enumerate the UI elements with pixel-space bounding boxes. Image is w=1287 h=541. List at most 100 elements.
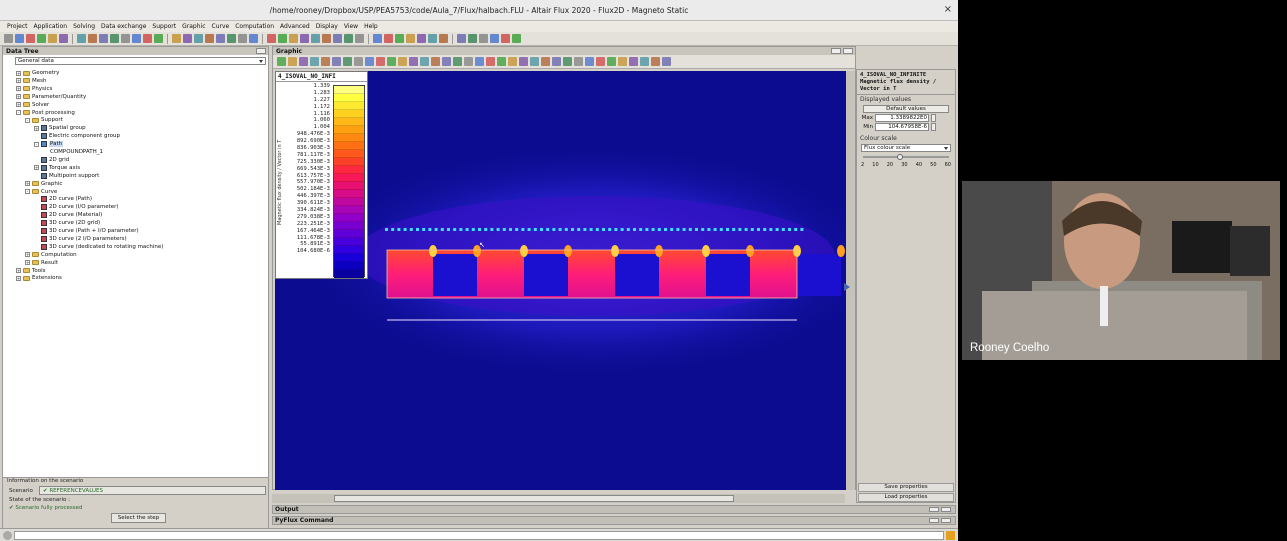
- toolbar-tool-icon[interactable]: [37, 34, 46, 43]
- tree-node[interactable]: + Solver: [16, 101, 49, 109]
- toolbar-tool-icon[interactable]: [227, 34, 236, 43]
- output-maximize-button[interactable]: [941, 507, 951, 512]
- expand-icon[interactable]: +: [16, 275, 21, 281]
- toolbar-tool-icon[interactable]: [48, 34, 57, 43]
- toolbar-tool-icon[interactable]: [384, 34, 393, 43]
- graphic-tool-icon[interactable]: [541, 57, 550, 66]
- toolbar-tool-icon[interactable]: [26, 34, 35, 43]
- pyflux-restore-button[interactable]: [929, 518, 939, 523]
- graphic-tool-icon[interactable]: [310, 57, 319, 66]
- graphic-tool-icon[interactable]: [398, 57, 407, 66]
- graphic-minimize-button[interactable]: [831, 48, 841, 54]
- default-values-button[interactable]: Default values: [863, 105, 949, 113]
- data-tree-selector[interactable]: General data: [15, 57, 266, 65]
- output-panel-header[interactable]: Output: [272, 505, 956, 514]
- graphic-tool-icon[interactable]: [629, 57, 638, 66]
- expand-icon[interactable]: +: [16, 78, 21, 84]
- graphic-tool-icon[interactable]: [453, 57, 462, 66]
- menu-advanced[interactable]: Advanced: [277, 21, 313, 32]
- save-properties-button[interactable]: Save properties: [858, 483, 954, 492]
- graphic-tool-icon[interactable]: [662, 57, 671, 66]
- command-input[interactable]: [14, 531, 944, 540]
- graphic-tool-icon[interactable]: [530, 57, 539, 66]
- toolbar-tool-icon[interactable]: [249, 34, 258, 43]
- tree-node[interactable]: 3D curve (dedicated to rotating machine): [34, 243, 163, 251]
- tree-node[interactable]: 2D curve (Path): [34, 195, 92, 203]
- tree-node[interactable]: + Tools: [16, 267, 46, 275]
- graphic-tool-icon[interactable]: [442, 57, 451, 66]
- graphic-tool-icon[interactable]: [574, 57, 583, 66]
- expand-arrow-icon[interactable]: [844, 283, 854, 291]
- menu-curve[interactable]: Curve: [209, 21, 233, 32]
- toolbar-tool-icon[interactable]: [512, 34, 521, 43]
- menu-application[interactable]: Application: [31, 21, 71, 32]
- tree-node[interactable]: + Result: [25, 259, 58, 267]
- tree-node[interactable]: + Physics: [16, 85, 52, 93]
- toolbar-tool-icon[interactable]: [77, 34, 86, 43]
- expand-icon[interactable]: +: [25, 260, 30, 266]
- expand-icon[interactable]: +: [34, 125, 39, 131]
- tree-node[interactable]: + Computation: [25, 251, 77, 259]
- tree-node[interactable]: - Curve: [25, 188, 57, 196]
- load-properties-button[interactable]: Load properties: [858, 493, 954, 502]
- graphic-tool-icon[interactable]: [585, 57, 594, 66]
- graphic-tool-icon[interactable]: [464, 57, 473, 66]
- toolbar-tool-icon[interactable]: [154, 34, 163, 43]
- graphic-tool-icon[interactable]: [563, 57, 572, 66]
- graphic-tool-icon[interactable]: [343, 57, 352, 66]
- toolbar-tool-icon[interactable]: [267, 34, 276, 43]
- toolbar-tool-icon[interactable]: [4, 34, 13, 43]
- colour-scale-select[interactable]: Flux colour scale: [861, 144, 951, 152]
- horizontal-scrollbar[interactable]: [272, 494, 845, 503]
- toolbar-tool-icon[interactable]: [439, 34, 448, 43]
- tree-node[interactable]: - Path: [34, 140, 64, 148]
- graphic-tool-icon[interactable]: [299, 57, 308, 66]
- toolbar-tool-icon[interactable]: [143, 34, 152, 43]
- graphic-tool-icon[interactable]: [277, 57, 286, 66]
- min-spinner[interactable]: [931, 123, 936, 131]
- toolbar-tool-icon[interactable]: [406, 34, 415, 43]
- tree-node[interactable]: + Torque axis: [34, 164, 80, 172]
- toolbar-tool-icon[interactable]: [238, 34, 247, 43]
- graphic-side-handle[interactable]: [844, 71, 855, 490]
- toolbar-tool-icon[interactable]: [479, 34, 488, 43]
- field-plot[interactable]: ↖ 4_ISOVAL_NO_INFI Magnetic flux density…: [275, 71, 846, 490]
- tree-node[interactable]: + Spatial group: [34, 124, 86, 132]
- max-input[interactable]: 1.3389822E0: [875, 114, 929, 122]
- expand-icon[interactable]: +: [16, 102, 21, 108]
- graphic-tool-icon[interactable]: [640, 57, 649, 66]
- max-spinner[interactable]: [931, 114, 936, 122]
- toolbar-tool-icon[interactable]: [289, 34, 298, 43]
- graphic-tool-icon[interactable]: [354, 57, 363, 66]
- toolbar-tool-icon[interactable]: [333, 34, 342, 43]
- tree-node[interactable]: + Mesh: [16, 77, 46, 85]
- tree-node[interactable]: 3D curve (2 I/O parameters): [34, 235, 127, 243]
- graphic-tool-icon[interactable]: [475, 57, 484, 66]
- output-restore-button[interactable]: [929, 507, 939, 512]
- tree-node[interactable]: 3D curve (Path + I/O parameter): [34, 227, 139, 235]
- select-step-button[interactable]: Select the step: [111, 513, 166, 523]
- colour-scale-slider[interactable]: [863, 154, 949, 160]
- graphic-tool-icon[interactable]: [376, 57, 385, 66]
- tree-node[interactable]: - Support: [25, 116, 63, 124]
- toolbar-tool-icon[interactable]: [373, 34, 382, 43]
- graphic-tool-icon[interactable]: [332, 57, 341, 66]
- graphic-tool-icon[interactable]: [552, 57, 561, 66]
- tree-node[interactable]: + Extensions: [16, 274, 62, 282]
- expand-icon[interactable]: +: [16, 70, 21, 76]
- toolbar-tool-icon[interactable]: [88, 34, 97, 43]
- pyflux-maximize-button[interactable]: [941, 518, 951, 523]
- tree-node[interactable]: COMPOUNDPATH_1: [43, 148, 103, 156]
- collapse-icon[interactable]: -: [16, 110, 21, 115]
- tree-node[interactable]: Electric component group: [34, 132, 120, 140]
- graphic-tool-icon[interactable]: [321, 57, 330, 66]
- graphic-tool-icon[interactable]: [651, 57, 660, 66]
- menu-view[interactable]: View: [341, 21, 361, 32]
- graphic-tool-icon[interactable]: [508, 57, 517, 66]
- graphic-tool-icon[interactable]: [387, 57, 396, 66]
- toolbar-tool-icon[interactable]: [121, 34, 130, 43]
- graphic-maximize-button[interactable]: [843, 48, 853, 54]
- graphic-tool-icon[interactable]: [288, 57, 297, 66]
- toolbar-tool-icon[interactable]: [428, 34, 437, 43]
- toolbar-tool-icon[interactable]: [216, 34, 225, 43]
